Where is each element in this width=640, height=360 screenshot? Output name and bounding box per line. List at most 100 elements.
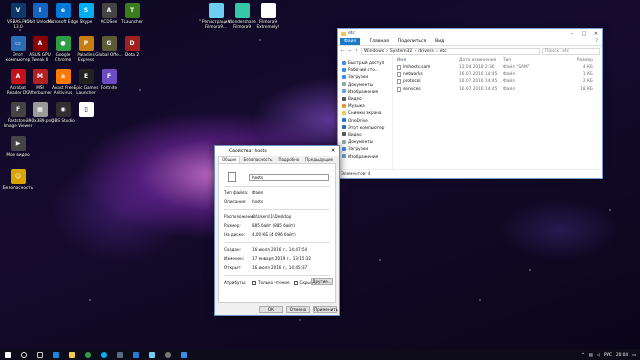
nav-item-music[interactable]: Музыка bbox=[338, 102, 392, 109]
navigation-pane: Быстрый доступ Рабочий сто… Загрузки Док… bbox=[338, 56, 393, 169]
volume-icon[interactable]: ◁ bbox=[597, 352, 600, 357]
up-arrow-icon[interactable]: ↑ bbox=[354, 49, 359, 54]
chevron-up-icon[interactable]: ^ bbox=[581, 352, 585, 357]
nav-item-quick-access[interactable]: Быстрый доступ bbox=[338, 59, 392, 66]
created-row: Создан: 16 июля 2016 г., 14:47:54 bbox=[224, 247, 308, 252]
search-input[interactable]: Поиск: etc bbox=[542, 47, 600, 55]
nav-item-desktop[interactable]: Рабочий сто… bbox=[338, 66, 392, 73]
separator bbox=[224, 186, 330, 187]
cancel-button[interactable]: Отмена bbox=[286, 306, 310, 313]
taskbar-app[interactable] bbox=[144, 349, 160, 360]
opened-row: Открыт: 16 июля 2016 г., 14:45:37 bbox=[224, 265, 308, 270]
ribbon-tab-share[interactable]: Поделиться bbox=[398, 39, 426, 44]
nav-item-screenshots[interactable]: Снимки экрана bbox=[338, 109, 392, 116]
disk-size-row: На диске: 4,00 КБ (4 096 байт) bbox=[224, 232, 296, 237]
file-row[interactable]: lmhosts.sam 12.04.2018 2:36 Файл "SAM" 4 КБ bbox=[397, 64, 602, 71]
nav-item-video[interactable]: Видео bbox=[338, 95, 392, 102]
breadcrumb-item[interactable]: drivers bbox=[418, 49, 434, 54]
video-icon bbox=[342, 132, 346, 137]
cloud-icon bbox=[342, 118, 346, 123]
address-bar-row: ← → ↑ Windows › System32 › drivers › etc По… bbox=[338, 46, 602, 56]
nav-item-this-pc[interactable]: Этот компьютер bbox=[338, 124, 392, 131]
ribbon-tab-view[interactable]: Вид bbox=[435, 39, 444, 44]
file-list: Имя Дата изменения Тип Размер lmhosts.sa… bbox=[393, 56, 602, 169]
desktop-icon[interactable]: T TLauncher bbox=[116, 3, 148, 37]
help-icon[interactable]: ? bbox=[596, 39, 602, 44]
column-header-name[interactable]: Имя bbox=[397, 58, 459, 63]
start-button[interactable] bbox=[0, 349, 16, 360]
clock[interactable]: 20:04 bbox=[616, 352, 628, 357]
ribbon-tab-home[interactable]: Главная bbox=[369, 39, 388, 44]
file-row[interactable]: protocol 16.07.2016 14:45 Файл 2 КБ bbox=[397, 78, 602, 85]
language-indicator[interactable]: РУС bbox=[604, 352, 612, 357]
taskbar-app[interactable] bbox=[64, 349, 80, 360]
chrome-taskbar-icon bbox=[85, 351, 91, 358]
explorer-taskbar-icon bbox=[69, 351, 75, 358]
minimize-button[interactable]: – bbox=[566, 29, 578, 38]
file-row[interactable]: services 16.07.2016 14:45 Файл 18 КБ bbox=[397, 86, 602, 93]
desktop-icon[interactable]: ▯ bbox=[70, 102, 102, 136]
nav-item-pc-video[interactable]: Видео bbox=[338, 131, 392, 138]
edge-taskbar-icon bbox=[53, 351, 59, 358]
column-header-type[interactable]: Тип bbox=[503, 58, 563, 63]
notifications-icon[interactable]: ▭ bbox=[632, 352, 636, 357]
taskbar-app[interactable] bbox=[176, 349, 192, 360]
search-button[interactable] bbox=[16, 349, 32, 360]
taskbar-app[interactable] bbox=[48, 349, 64, 360]
properties-dialog[interactable]: Свойства: hosts ✕ Общие Безопасность Под… bbox=[214, 145, 340, 316]
taskbar-app[interactable] bbox=[80, 349, 96, 360]
task-view-icon bbox=[37, 351, 43, 358]
explorer-window[interactable]: etc – □ ✕ Файл Главная Поделиться Вид ? … bbox=[337, 28, 603, 179]
ok-button[interactable]: ОК bbox=[259, 306, 283, 313]
taskbar-app[interactable] bbox=[96, 349, 112, 360]
explorer-titlebar[interactable]: etc – □ ✕ bbox=[338, 29, 602, 38]
column-header-date[interactable]: Дата изменения bbox=[459, 58, 503, 63]
apply-button[interactable]: Применить bbox=[313, 306, 338, 313]
desktop-icon[interactable]: Filmora9 Extremely! bbox=[252, 3, 284, 37]
desktop-icon bbox=[342, 67, 346, 72]
close-button[interactable]: ✕ bbox=[590, 29, 602, 38]
column-headers: Имя Дата изменения Тип Размер bbox=[397, 56, 602, 64]
back-arrow-icon[interactable]: ← bbox=[340, 49, 345, 54]
maximize-button[interactable]: □ bbox=[578, 29, 590, 38]
epic-icon: E bbox=[78, 69, 94, 84]
fortnite-icon: F bbox=[101, 69, 117, 84]
breadcrumb-item[interactable]: System32 bbox=[390, 49, 413, 54]
breadcrumb-item[interactable]: etc bbox=[440, 49, 447, 54]
obs-icon: ◉ bbox=[55, 102, 71, 117]
nav-item-pc-documents[interactable]: Документы bbox=[338, 138, 392, 145]
file-row[interactable]: networks 16.07.2016 14:45 Файл 1 КБ bbox=[397, 71, 602, 78]
desktop-icon[interactable]: F Fortnite bbox=[93, 69, 125, 103]
task-view-button[interactable] bbox=[32, 349, 48, 360]
nav-item-documents[interactable]: Документы bbox=[338, 81, 392, 88]
desktop-icon[interactable]: D Dota 2 bbox=[116, 36, 148, 70]
nav-item-pc-downloads[interactable]: Загрузки bbox=[338, 145, 392, 152]
taskbar-app[interactable] bbox=[160, 349, 176, 360]
filmora-x-icon bbox=[260, 3, 276, 18]
forward-arrow-icon[interactable]: → bbox=[347, 49, 352, 54]
taskbar-app[interactable] bbox=[128, 349, 144, 360]
desktop-icon[interactable]: ☺ Безопасность bbox=[2, 169, 34, 203]
ribbon-tab-file[interactable]: Файл bbox=[340, 38, 361, 45]
breadcrumb-item[interactable]: Windows bbox=[364, 49, 384, 54]
file-icon bbox=[397, 86, 401, 92]
desktop-icon[interactable]: ▶ Мое видео bbox=[2, 136, 34, 170]
network-icon[interactable]: ▤ bbox=[589, 352, 593, 357]
readonly-checkbox[interactable]: Только чтение bbox=[252, 280, 290, 285]
nav-item-onedrive[interactable]: OneDrive bbox=[338, 117, 392, 124]
column-header-size[interactable]: Размер bbox=[563, 58, 593, 63]
tab-general[interactable]: Общие bbox=[218, 156, 241, 163]
csgo-icon: G bbox=[101, 36, 117, 51]
dialog-titlebar[interactable]: Свойства: hosts ✕ bbox=[215, 146, 339, 156]
nav-item-pc-pictures[interactable]: Изображения bbox=[338, 152, 392, 159]
security-icon: ☺ bbox=[10, 169, 26, 184]
asus-icon: A bbox=[32, 36, 48, 51]
close-button[interactable]: ✕ bbox=[327, 146, 339, 156]
nav-item-downloads[interactable]: Загрузки bbox=[338, 73, 392, 80]
nav-item-pictures[interactable]: Изображения bbox=[338, 88, 392, 95]
other-attributes-button[interactable]: Другие... bbox=[311, 278, 333, 285]
address-bar[interactable]: Windows › System32 › drivers › etc bbox=[361, 47, 540, 55]
taskbar-app[interactable] bbox=[112, 349, 128, 360]
file-name-field[interactable]: hosts bbox=[249, 174, 329, 181]
edge-icon: e bbox=[55, 3, 71, 18]
